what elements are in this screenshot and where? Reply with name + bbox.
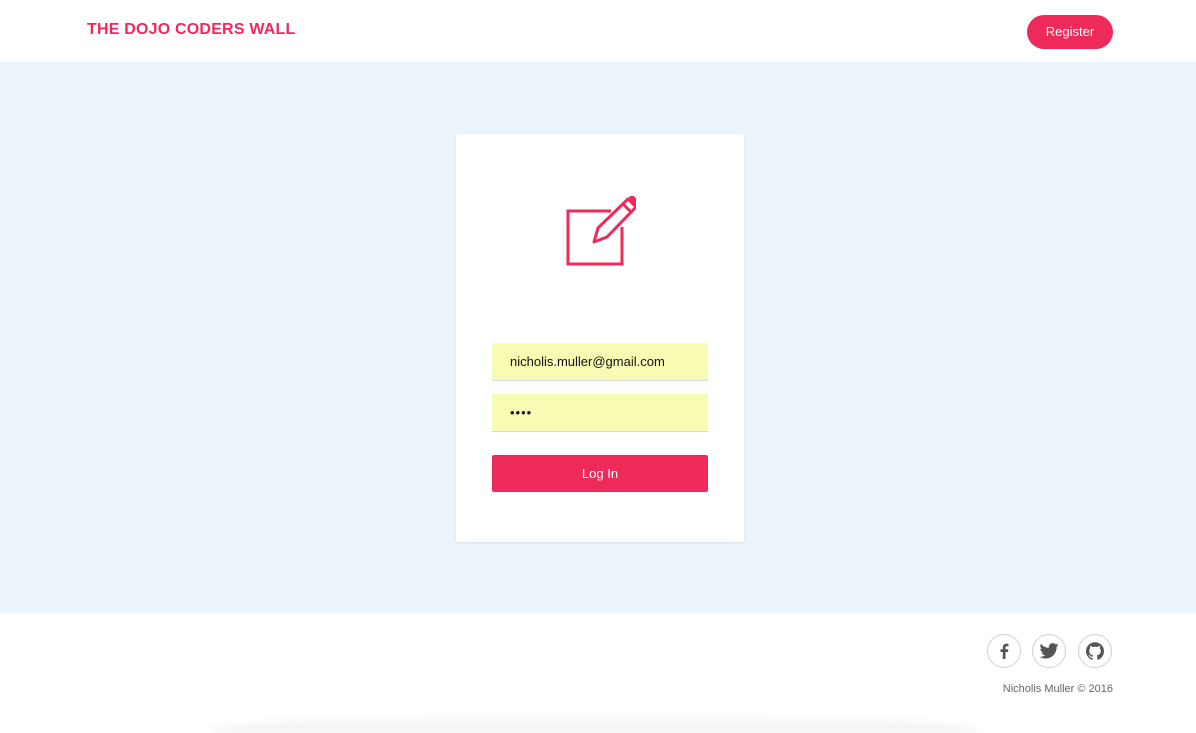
password-field[interactable] [492, 394, 708, 432]
login-card: Log In [456, 134, 744, 542]
edit-icon [564, 194, 641, 268]
login-button[interactable]: Log In [492, 455, 708, 492]
footer-shadow [210, 713, 980, 733]
main-area: Log In [0, 62, 1196, 613]
top-navbar: THE DOJO CODERS WALL Register [0, 0, 1196, 62]
footer: Nicholis Muller © 2016 [0, 613, 1196, 733]
twitter-icon[interactable] [1032, 634, 1066, 668]
email-field[interactable] [492, 343, 708, 381]
register-button[interactable]: Register [1027, 15, 1113, 49]
github-icon[interactable] [1078, 634, 1112, 668]
facebook-icon[interactable] [987, 634, 1021, 668]
brand-title[interactable]: THE DOJO CODERS WALL [87, 21, 295, 39]
copyright-text: Nicholis Muller © 2016 [1002, 683, 1113, 695]
